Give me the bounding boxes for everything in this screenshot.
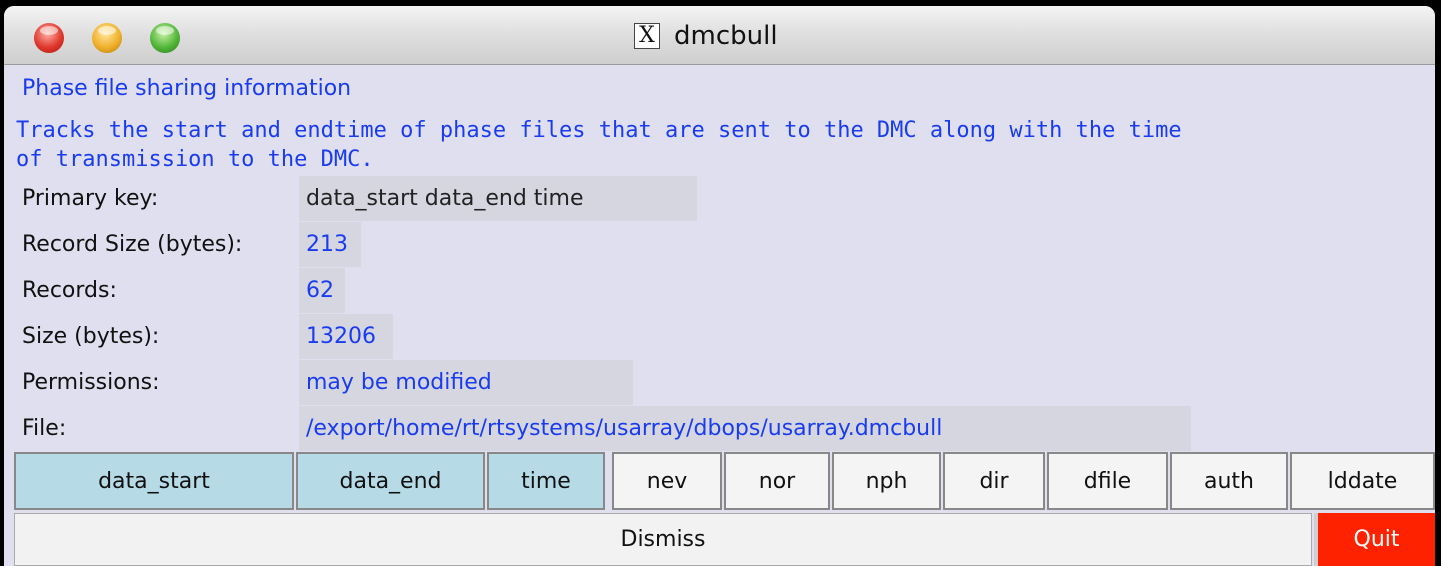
description-line-1: Tracks the start and endtime of phase fi… <box>16 118 1182 143</box>
records-value: 62 <box>299 268 345 313</box>
field-button-data-start[interactable]: data_start <box>14 452 294 510</box>
field-button-nph[interactable]: nph <box>832 452 941 510</box>
field-button-data-end[interactable]: data_end <box>296 452 485 510</box>
close-window-button[interactable] <box>34 23 64 53</box>
table-heading: Phase file sharing information <box>22 76 352 101</box>
zoom-window-button[interactable] <box>150 23 180 53</box>
title-bar[interactable]: X dmcbull <box>4 6 1435 65</box>
field-button-dfile[interactable]: dfile <box>1047 452 1168 510</box>
dmcbull-window: X dmcbull Phase file sharing information… <box>4 6 1435 566</box>
table-description: Tracks the start and endtime of phase fi… <box>16 116 1435 174</box>
window-title: X dmcbull <box>634 19 778 53</box>
primary-key-label: Primary key: <box>22 186 159 211</box>
file-value: /export/home/rt/rtsystems/usarray/dbops/… <box>299 406 1191 451</box>
record-size-label: Record Size (bytes): <box>22 232 243 257</box>
size-label: Size (bytes): <box>22 324 160 349</box>
window-title-text: dmcbull <box>674 21 778 51</box>
field-button-nor[interactable]: nor <box>724 452 830 510</box>
field-button-auth[interactable]: auth <box>1170 452 1288 510</box>
field-button-dir[interactable]: dir <box>943 452 1045 510</box>
quit-button[interactable]: Quit <box>1314 513 1435 566</box>
x11-icon: X <box>634 23 660 49</box>
field-button-time[interactable]: time <box>487 452 605 510</box>
minimize-window-button[interactable] <box>92 23 122 53</box>
records-label: Records: <box>22 278 117 303</box>
field-button-lddate[interactable]: lddate <box>1290 452 1435 510</box>
primary-key-value: data_start data_end time <box>299 176 697 221</box>
dismiss-button[interactable]: Dismiss <box>14 513 1312 566</box>
permissions-value: may be modified <box>299 360 633 405</box>
file-label: File: <box>22 416 67 441</box>
size-value: 13206 <box>299 314 393 359</box>
record-size-value: 213 <box>299 222 361 267</box>
permissions-label: Permissions: <box>22 370 160 395</box>
description-line-2: of transmission to the DMC. <box>16 147 374 172</box>
field-button-nev[interactable]: nev <box>612 452 722 510</box>
